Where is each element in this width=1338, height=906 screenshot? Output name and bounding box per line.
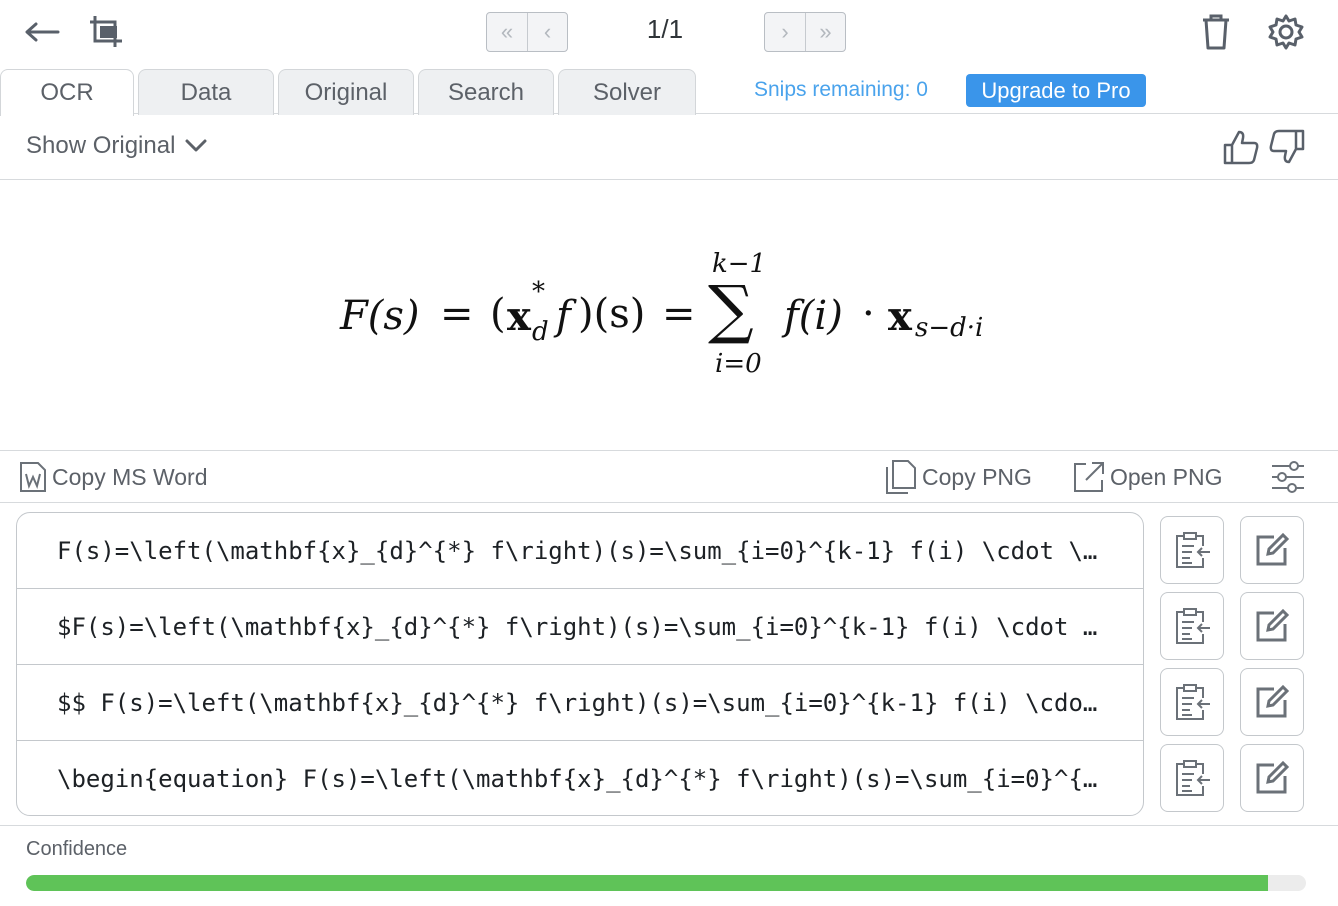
confidence-section: Confidence	[0, 825, 1338, 906]
page-nav-prev-group: « ‹	[486, 12, 568, 52]
show-original-toggle[interactable]: Show Original	[26, 132, 207, 160]
next-page-button[interactable]: ›	[765, 13, 805, 51]
equation-term: f(i)	[784, 293, 843, 339]
first-page-button[interactable]: «	[487, 13, 527, 51]
confidence-bar	[26, 875, 1306, 891]
result-row-display[interactable]: $$ F(s)=\left(\mathbf{x}_{d}^{*} f\right…	[17, 665, 1143, 741]
prev-page-button[interactable]: ‹	[527, 13, 567, 51]
copy-icon	[886, 460, 916, 494]
thumbs-up-icon[interactable]	[1222, 128, 1260, 171]
copy-result-1-button[interactable]	[1160, 516, 1224, 584]
tab-original[interactable]: Original	[278, 69, 414, 115]
equation-superscript: *	[532, 277, 545, 307]
confidence-label: Confidence	[26, 838, 128, 860]
page-nav-next-group: › »	[764, 12, 846, 52]
thumbs-down-icon[interactable]	[1268, 128, 1306, 171]
arrow-left-icon[interactable]	[22, 16, 62, 48]
edit-result-1-button[interactable]	[1240, 516, 1304, 584]
copy-result-2-button[interactable]	[1160, 592, 1224, 660]
copy-png-button[interactable]: Copy PNG	[884, 459, 1032, 495]
equation-close: )(s)	[578, 291, 646, 337]
sum-lower-limit: i=0	[715, 349, 762, 379]
copy-result-3-button[interactable]	[1160, 668, 1224, 736]
equation-bold-x: x	[507, 293, 531, 340]
tab-search[interactable]: Search	[418, 69, 554, 115]
page-counter: 1/1	[646, 14, 684, 44]
edit-icon	[1256, 608, 1290, 642]
equation-bold-x-2: x	[888, 293, 912, 340]
external-link-icon	[1074, 462, 1104, 492]
screen-snip-icon[interactable]	[86, 12, 126, 52]
show-original-row: Show Original	[0, 114, 1338, 180]
edit-icon	[1256, 760, 1290, 794]
equation-subscript: d	[532, 317, 549, 347]
result-row-equation[interactable]: \begin{equation} F(s)=\left(\mathbf{x}_{…	[17, 741, 1143, 815]
clipboard-icon	[1176, 608, 1210, 644]
copy-ms-word-button[interactable]: Copy MS Word	[18, 459, 208, 495]
latex-results-list: F(s)=\left(\mathbf{x}_{d}^{*} f\right)(s…	[16, 512, 1144, 816]
confidence-bar-fill	[26, 875, 1268, 891]
snips-remaining: Snips remaining: 0	[754, 78, 928, 101]
result-row-latex[interactable]: F(s)=\left(\mathbf{x}_{d}^{*} f\right)(s…	[17, 513, 1143, 589]
trash-icon[interactable]	[1196, 12, 1236, 52]
copy-png-label: Copy PNG	[922, 463, 1032, 490]
sum-symbol: ∑	[708, 273, 754, 347]
tab-data[interactable]: Data	[138, 69, 274, 115]
tab-ocr[interactable]: OCR	[0, 69, 134, 116]
copy-result-4-button[interactable]	[1160, 744, 1224, 812]
equation-subscript-2: s−d·i	[915, 313, 984, 343]
last-page-button[interactable]: »	[805, 13, 845, 51]
actions-row: Copy MS Word Copy PNG Open PNG	[0, 451, 1338, 503]
clipboard-icon	[1176, 760, 1210, 796]
tab-solver[interactable]: Solver	[558, 69, 696, 115]
equation-f: f	[556, 293, 571, 339]
chevron-down-icon	[185, 139, 207, 152]
open-png-label: Open PNG	[1110, 463, 1223, 490]
show-original-label: Show Original	[26, 132, 176, 159]
copy-ms-word-label: Copy MS Word	[52, 463, 208, 490]
edit-result-3-button[interactable]	[1240, 668, 1304, 736]
equation-open-paren: (	[490, 291, 506, 337]
clipboard-icon	[1176, 684, 1210, 720]
result-row-inline[interactable]: $F(s)=\left(\mathbf{x}_{d}^{*} f\right)(…	[17, 589, 1143, 665]
edit-result-4-button[interactable]	[1240, 744, 1304, 812]
equation-lhs: F(s)	[340, 293, 420, 339]
sliders-icon[interactable]	[1270, 459, 1310, 495]
edit-icon	[1256, 684, 1290, 718]
open-png-button[interactable]: Open PNG	[1072, 459, 1223, 495]
top-toolbar: « ‹ 1/1 › »	[0, 0, 1338, 64]
edit-icon	[1256, 532, 1290, 566]
word-doc-icon	[20, 462, 46, 492]
equation-equals-2: =	[662, 291, 696, 337]
clipboard-icon	[1176, 532, 1210, 568]
upgrade-button[interactable]: Upgrade to Pro	[966, 74, 1146, 107]
equation-render: F(s) = ( x * d f )(s) = k−1 ∑ i=0 f(i) ·…	[0, 181, 1338, 451]
gear-icon[interactable]	[1266, 12, 1306, 52]
equation-equals-1: =	[440, 291, 474, 337]
edit-result-2-button[interactable]	[1240, 592, 1304, 660]
equation-dot: ·	[862, 291, 875, 337]
